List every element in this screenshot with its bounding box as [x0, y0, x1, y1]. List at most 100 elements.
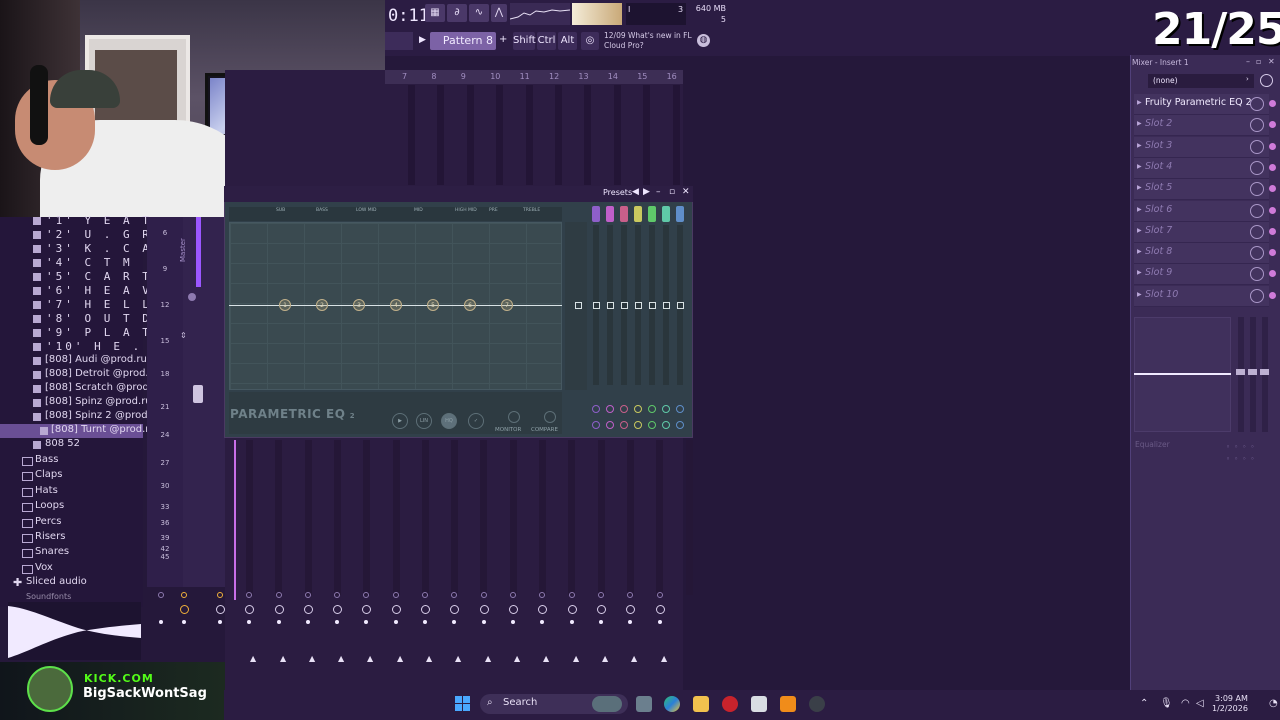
browser-folder-snares[interactable]: Snares [0, 546, 160, 561]
pan-knob[interactable] [510, 592, 516, 598]
route-arrow-icon[interactable]: ▲ [426, 654, 432, 663]
eq-band-color-tab[interactable] [592, 206, 600, 222]
route-arrow-icon[interactable]: ▲ [661, 654, 667, 663]
master-fader-accent[interactable] [196, 217, 201, 287]
volume-knob[interactable] [479, 605, 489, 614]
ctrl-button[interactable]: Ctrl [537, 32, 556, 50]
route-arrow-icon[interactable]: ▲ [514, 654, 520, 663]
eq-tab-treble[interactable]: TREBLE [523, 208, 540, 213]
browser-file-selected[interactable]: [808] Turnt @prod.rude [0, 424, 168, 438]
mute-led[interactable] [423, 620, 427, 624]
tray-chevron-icon[interactable]: ⌃ [1140, 698, 1148, 709]
pan-arrows-icon[interactable]: ⇕ [180, 331, 187, 340]
eq-band-freq-knob[interactable] [606, 405, 614, 413]
volume-knob[interactable] [655, 605, 665, 614]
effect-slot[interactable]: ▶ Slot 8 [1134, 243, 1276, 265]
eq-band-color-tab[interactable] [634, 206, 642, 222]
play-icon[interactable]: ▶ [419, 35, 426, 45]
tempo-field[interactable] [385, 32, 413, 50]
browser-folder-hats[interactable]: Hats [0, 485, 160, 500]
browser-folder-sliced-audio[interactable]: ✚ Sliced audio [0, 576, 160, 591]
prev-preset-icon[interactable]: ◀ [632, 187, 639, 197]
browser-file-item[interactable]: [808] Scratch @prod.rude [0, 382, 175, 396]
volume-knob[interactable] [179, 605, 189, 614]
eq-band-freq-knob[interactable] [634, 405, 642, 413]
eq-band-freq-knob[interactable] [662, 405, 670, 413]
shift-button[interactable]: Shift [513, 32, 536, 50]
route-arrow-icon[interactable]: ▲ [309, 654, 315, 663]
eq-band-node[interactable]: 4 [390, 299, 402, 311]
mixer-fader-handle-3[interactable] [1260, 369, 1269, 375]
volume-knob[interactable] [596, 605, 606, 614]
mixer-eq-knobs[interactable]: ◦◦◦◦ ◦◦◦◦ [1226, 441, 1274, 465]
lin-button[interactable]: LIN [416, 413, 432, 429]
latency-clock-icon[interactable] [1260, 74, 1273, 87]
route-arrow-icon[interactable]: ▲ [543, 654, 549, 663]
song-time[interactable]: 0:11 [388, 6, 429, 26]
news-panel[interactable]: 12/09 What's new in FL Cloud Pro? [604, 31, 700, 51]
slot-enable-led[interactable] [1269, 163, 1276, 171]
browser-folder-vox[interactable]: Vox [0, 562, 160, 577]
slot-mix-knob[interactable] [1250, 203, 1264, 218]
volume-knob[interactable] [508, 605, 518, 614]
news-icon[interactable]: ◎ [581, 32, 599, 50]
mute-led[interactable] [218, 620, 222, 624]
browser-pack-item[interactable]: '5' C A R T I [0, 270, 168, 284]
pan-knob[interactable] [569, 592, 575, 598]
pan-knob[interactable] [539, 592, 545, 598]
browser-pack-item[interactable]: '7' H E L L [0, 298, 149, 312]
browser-file-item[interactable]: [808] Spinz @prod.rude [0, 396, 164, 410]
notification-icon[interactable]: ◔ [1269, 698, 1278, 709]
pan-knob[interactable] [158, 592, 164, 598]
slot-enable-led[interactable] [1269, 227, 1276, 235]
browser-pack-item[interactable]: '8' O U T D O O R [0, 312, 207, 326]
eq-band-width-knob[interactable] [662, 421, 670, 429]
pan-knob[interactable] [217, 592, 223, 598]
eq-band-width-knob[interactable] [676, 421, 684, 429]
eq-band-width-knob[interactable] [606, 421, 614, 429]
browser-file-item[interactable]: [808] Audi @prod.rude [0, 354, 159, 368]
wave-icon[interactable]: ∿ [469, 4, 489, 22]
browser-folder-risers[interactable]: Risers [0, 531, 160, 546]
next-preset-icon[interactable]: ▶ [643, 187, 650, 197]
route-arrow-icon[interactable]: ▲ [367, 654, 373, 663]
volume-knob[interactable] [625, 605, 635, 614]
eq-tab-high-mid[interactable]: HIGH MID [455, 208, 477, 213]
route-arrow-icon[interactable]: ▲ [602, 654, 608, 663]
eq-band-color-tab[interactable] [648, 206, 656, 222]
slot-arrow-icon[interactable]: ▶ [1137, 184, 1142, 191]
effect-slot[interactable]: ▶ Slot 6 [1134, 200, 1276, 222]
opera-icon[interactable] [722, 696, 738, 712]
slot-mix-knob[interactable] [1250, 139, 1264, 154]
file-explorer-icon[interactable] [693, 696, 709, 712]
pan-knob[interactable] [627, 592, 633, 598]
pattern-selector[interactable]: Pattern 8 [430, 32, 496, 50]
effect-slot[interactable]: ▶ Slot 7 [1134, 221, 1276, 243]
browser-pack-item[interactable]: '4' C T M [0, 256, 143, 270]
globe-icon[interactable]: ◍ [697, 34, 710, 47]
slot-arrow-icon[interactable]: ▶ [1137, 206, 1142, 213]
effect-slot[interactable]: ▶ Slot 10 [1134, 285, 1276, 307]
step-icon[interactable]: ∂ [447, 4, 467, 22]
mixer-fader-handle-2[interactable] [1248, 369, 1257, 375]
pan-knob[interactable] [481, 592, 487, 598]
compare-knob[interactable] [544, 411, 556, 423]
route-arrow-icon[interactable]: ▲ [250, 654, 256, 663]
input-selector[interactable]: (none) [1148, 74, 1254, 88]
eq-tab-sub[interactable]: SUB [276, 208, 285, 213]
eq-band-freq-knob[interactable] [592, 405, 600, 413]
slot-arrow-icon[interactable]: ▶ [1137, 291, 1142, 298]
obs-icon[interactable] [809, 696, 825, 712]
slot-enable-led[interactable] [1269, 100, 1276, 107]
volume-icon[interactable]: ◁ [1196, 698, 1204, 709]
browser-file-item[interactable]: [808] Spinz 2 @prod.rude [0, 410, 174, 424]
eq-band-freq-knob[interactable] [648, 405, 656, 413]
slot-enable-led[interactable] [1269, 291, 1276, 299]
mixer-close-icon[interactable]: ✕ [1268, 57, 1275, 66]
browser-folder-bass[interactable]: Bass [0, 454, 160, 469]
volume-knob[interactable] [274, 605, 284, 614]
windows-start-icon[interactable] [455, 696, 471, 712]
eq-band-width-knob[interactable] [592, 421, 600, 429]
pan-knob[interactable] [363, 592, 369, 598]
eq-band-width-knob[interactable] [634, 421, 642, 429]
